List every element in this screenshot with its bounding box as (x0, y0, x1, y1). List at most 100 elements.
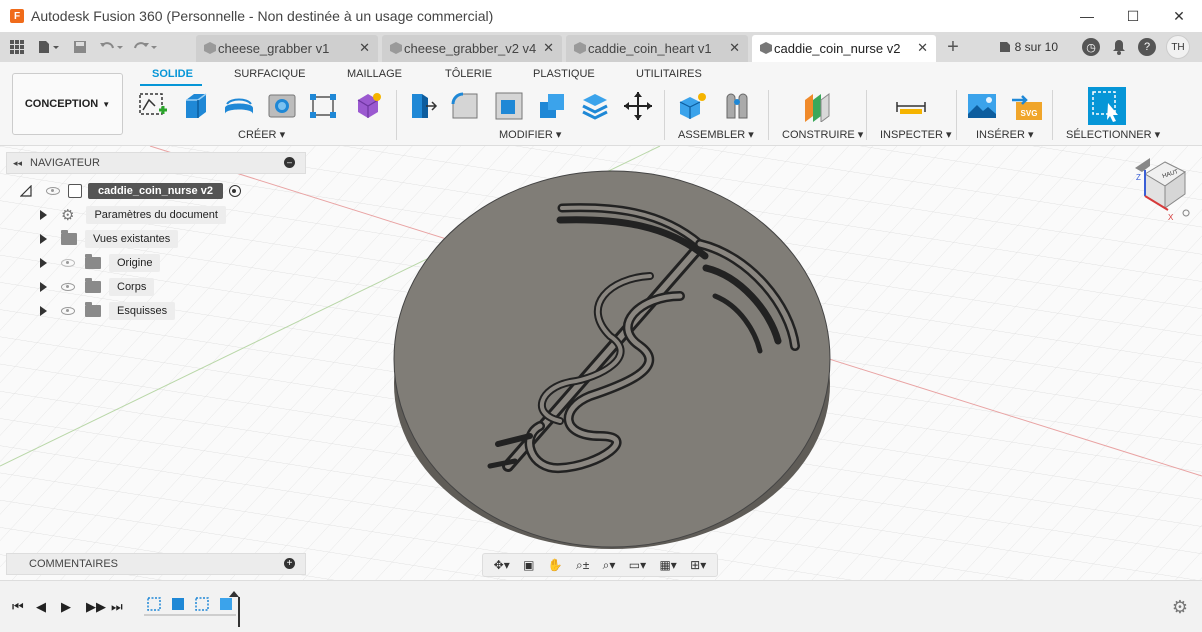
viewports-icon[interactable]: ⊞▾ (690, 558, 706, 572)
tab-plastic[interactable]: PLASTIQUE (533, 68, 595, 80)
fillet-icon[interactable] (449, 90, 481, 122)
grid-settings-icon[interactable]: ▦▾ (659, 558, 676, 572)
combine-icon[interactable] (536, 90, 568, 122)
press-pull-icon[interactable] (406, 90, 438, 122)
browser-item-document-settings[interactable]: ⚙ Paramètres du document (40, 205, 226, 225)
hole-icon[interactable] (266, 90, 298, 122)
pattern-icon[interactable] (308, 90, 340, 122)
tab-mesh[interactable]: MAILLAGE (347, 68, 402, 80)
expand-triangle-icon[interactable] (40, 282, 47, 292)
timeline-extrude-feature[interactable] (172, 598, 184, 610)
coin-body[interactable] (393, 170, 831, 549)
timeline-extrude-feature[interactable] (220, 598, 232, 610)
group-select-label[interactable]: SÉLECTIONNER ▾ (1066, 128, 1160, 141)
minimize-panel-icon[interactable]: – (284, 157, 295, 168)
expand-triangle-icon[interactable] (40, 258, 47, 268)
browser-item-named-views[interactable]: Vues existantes (40, 229, 179, 249)
expand-triangle-icon[interactable] (40, 234, 47, 244)
visibility-eye-icon[interactable] (61, 283, 75, 291)
group-create-label[interactable]: CRÉER ▾ (238, 128, 285, 141)
group-insert-label[interactable]: INSÉRER ▾ (976, 128, 1033, 141)
go-to-end-icon[interactable]: ⏭ (111, 599, 123, 615)
visibility-eye-icon[interactable] (46, 187, 60, 195)
tab-cheese-grabber-v1[interactable]: cheese_grabber v1 ✕ (196, 35, 378, 62)
group-inspect-label[interactable]: INSPECTER ▾ (880, 128, 952, 141)
maximize-button[interactable]: ☐ (1110, 0, 1156, 32)
redo-icon[interactable] (128, 32, 162, 62)
group-construct-label[interactable]: CONSTRUIRE ▾ (782, 128, 863, 141)
close-icon[interactable]: ✕ (729, 40, 740, 56)
minimize-button[interactable]: — (1064, 0, 1110, 32)
insert-image-icon[interactable] (966, 90, 998, 122)
file-menu-icon[interactable] (30, 32, 66, 62)
select-icon[interactable] (1088, 87, 1126, 125)
close-icon[interactable]: ✕ (543, 40, 554, 56)
play-icon[interactable]: ▶ (61, 599, 71, 615)
help-icon[interactable]: ? (1138, 38, 1156, 56)
navigator-header[interactable]: ◂◂ NAVIGATEUR – (6, 152, 306, 174)
close-window-button[interactable]: ✕ (1156, 0, 1202, 32)
browser-root[interactable]: caddie_coin_nurse v2 (20, 181, 241, 201)
orbit-icon[interactable]: ✥▾ (494, 558, 510, 572)
visibility-eye-icon[interactable] (61, 307, 75, 315)
look-at-icon[interactable]: ▣ (523, 558, 534, 572)
tab-surface[interactable]: SURFACIQUE (234, 68, 306, 80)
tab-caddie-coin-nurse[interactable]: caddie_coin_nurse v2 ✕ (752, 35, 936, 62)
timeline-features[interactable] (144, 589, 244, 629)
chamfer-icon[interactable] (493, 90, 525, 122)
group-assemble-label[interactable]: ASSEMBLER ▾ (678, 128, 754, 141)
extrude-icon[interactable] (180, 90, 212, 122)
comments-panel-header[interactable]: COMMENTAIRES + (6, 553, 306, 575)
close-icon[interactable]: ✕ (917, 40, 928, 56)
form-icon[interactable] (352, 90, 384, 122)
measure-icon[interactable] (895, 90, 927, 122)
avatar[interactable]: TH (1166, 35, 1190, 59)
pan-hand-icon[interactable]: ✋ (548, 558, 563, 572)
root-component-label[interactable]: caddie_coin_nurse v2 (88, 183, 223, 199)
new-tab-plus-icon[interactable]: + (940, 32, 966, 62)
offset-plane-icon[interactable] (801, 90, 833, 122)
browser-item-origin[interactable]: Origine (40, 253, 161, 273)
activate-radio-icon[interactable] (228, 185, 241, 197)
tab-sheet-metal[interactable]: TÔLERIE (445, 68, 492, 80)
add-comment-icon[interactable]: + (284, 558, 295, 569)
workspace-selector[interactable]: CONCEPTION ▼ (12, 73, 123, 135)
create-sketch-icon[interactable] (137, 90, 169, 122)
data-panel-grid-icon[interactable] (4, 32, 30, 62)
timeline-sketch-feature[interactable] (195, 597, 209, 611)
zoom-icon[interactable]: ⌕± (576, 558, 589, 573)
new-component-icon[interactable] (677, 90, 709, 122)
hidden-eye-icon[interactable] (61, 259, 75, 267)
timeline-sketch-feature[interactable] (147, 597, 161, 611)
revolve-icon[interactable] (223, 90, 255, 122)
display-settings-icon[interactable]: ▭▾ (629, 558, 646, 572)
collapse-triangle-icon[interactable] (20, 185, 32, 197)
timeline-marker-icon[interactable] (229, 591, 239, 597)
step-forward-icon[interactable]: ▶▶ (86, 599, 106, 615)
timeline-settings-gear-icon[interactable]: ⚙ (1172, 597, 1188, 618)
tab-utilities[interactable]: UTILITAIRES (636, 68, 702, 80)
move-icon[interactable] (622, 90, 654, 122)
undo-icon[interactable] (94, 32, 128, 62)
collapse-panel-icon[interactable]: ◂◂ (13, 158, 22, 169)
tab-caddie-coin-heart[interactable]: caddie_coin_heart v1 ✕ (566, 35, 748, 62)
clock-icon[interactable]: ◷ (1082, 38, 1100, 56)
save-icon[interactable] (66, 32, 94, 62)
joint-icon[interactable] (721, 90, 753, 122)
bell-icon[interactable] (1110, 38, 1128, 56)
job-status[interactable]: 8 sur 10 (999, 40, 1058, 54)
browser-item-bodies[interactable]: Corps (40, 277, 155, 297)
go-to-start-icon[interactable]: ⏮ (12, 599, 24, 615)
group-modify-label[interactable]: MODIFIER ▾ (499, 128, 561, 141)
tab-solid[interactable]: SOLIDE (152, 68, 193, 80)
expand-triangle-icon[interactable] (40, 306, 47, 316)
browser-item-label: Corps (109, 278, 155, 296)
browser-item-sketches[interactable]: Esquisses (40, 301, 176, 321)
fit-zoom-icon[interactable]: ⌕▾ (603, 558, 616, 573)
shell-icon[interactable] (579, 90, 611, 122)
close-icon[interactable]: ✕ (359, 40, 370, 56)
tab-cheese-grabber-v2[interactable]: cheese_grabber_v2 v4 ✕ (382, 35, 562, 62)
insert-svg-icon[interactable]: SVG (1010, 90, 1046, 122)
expand-triangle-icon[interactable] (40, 210, 47, 220)
step-back-icon[interactable]: ◀ (36, 599, 46, 615)
